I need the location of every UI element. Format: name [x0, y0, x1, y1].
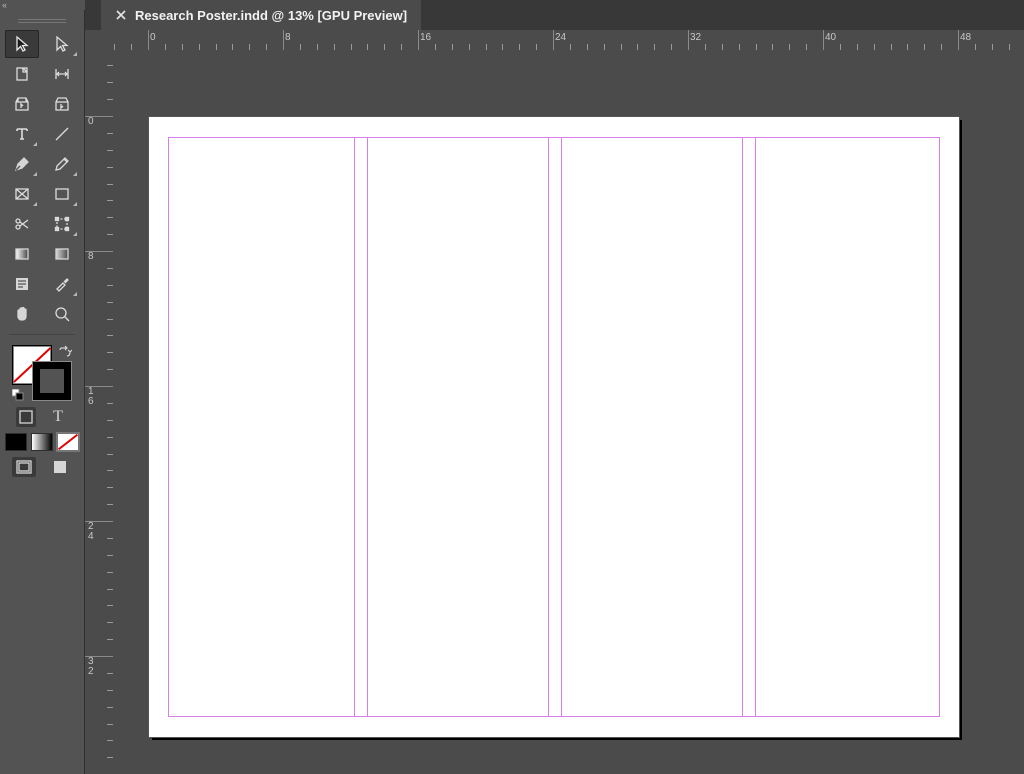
gradient-swatch-tool[interactable] [5, 240, 39, 268]
default-fill-stroke-icon[interactable] [12, 389, 24, 401]
view-mode-row [0, 457, 84, 477]
flyout-indicator-icon [33, 202, 37, 206]
ruler-label: 8 [88, 252, 94, 262]
preview-view-button[interactable] [48, 457, 72, 477]
column-guide [742, 137, 743, 717]
zoom-tool[interactable] [45, 300, 79, 328]
ruler-label: 0 [150, 32, 156, 43]
hand-tool[interactable] [5, 300, 39, 328]
apply-color-button[interactable] [5, 433, 27, 451]
horizontal-ruler[interactable]: 0 8 16 24 32 40 48 [113, 30, 1024, 51]
tool-grid [0, 30, 84, 339]
ruler-origin[interactable] [85, 30, 114, 51]
scissors-tool[interactable] [5, 210, 39, 238]
panel-drag-grip[interactable] [6, 16, 78, 26]
document-canvas[interactable] [113, 50, 1024, 768]
flyout-indicator-icon [73, 172, 77, 176]
content-placer-tool[interactable] [45, 90, 79, 118]
ruler-label: 24 [555, 32, 566, 43]
format-affects-row: T [0, 407, 84, 427]
ruler-label: 24 [88, 522, 94, 542]
line-tool[interactable] [45, 120, 79, 148]
document-tab-title: Research Poster.indd @ 13% [GPU Preview] [135, 8, 407, 23]
apply-gradient-button[interactable] [31, 433, 53, 451]
flyout-indicator-icon [73, 202, 77, 206]
ruler-label: 8 [285, 32, 291, 43]
tool-panel: T [0, 10, 85, 774]
document-tab[interactable]: Research Poster.indd @ 13% [GPU Preview] [101, 0, 421, 30]
column-guide [561, 137, 562, 717]
ruler-label: 0 [88, 117, 94, 127]
normal-view-button[interactable] [12, 457, 36, 477]
column-guide [548, 137, 549, 717]
flyout-indicator-icon [73, 52, 77, 56]
column-guide [367, 137, 368, 717]
direct-selection-tool[interactable] [45, 30, 79, 58]
rectangle-frame-tool[interactable] [5, 180, 39, 208]
type-tool[interactable] [5, 120, 39, 148]
document-page[interactable] [148, 116, 960, 738]
ruler-label: 16 [420, 32, 431, 43]
ruler-label: 32 [690, 32, 701, 43]
selection-tool[interactable] [5, 30, 39, 58]
ruler-label: 40 [825, 32, 836, 43]
column-guide [755, 137, 756, 717]
content-collector-tool[interactable] [5, 90, 39, 118]
note-tool[interactable] [5, 270, 39, 298]
tool-separator [9, 334, 75, 335]
pen-tool[interactable] [5, 150, 39, 178]
ruler-label: 16 [88, 387, 94, 407]
apply-color-row [0, 433, 84, 451]
gradient-feather-tool[interactable] [45, 240, 79, 268]
flyout-indicator-icon [73, 292, 77, 296]
swap-fill-stroke-icon[interactable] [58, 345, 72, 359]
page-tool[interactable] [5, 60, 39, 88]
margin-guides [168, 137, 940, 717]
flyout-indicator-icon [33, 142, 37, 146]
flyout-indicator-icon [73, 232, 77, 236]
free-transform-tool[interactable] [45, 210, 79, 238]
gap-tool[interactable] [45, 60, 79, 88]
format-container-button[interactable] [16, 407, 36, 427]
vertical-ruler[interactable]: 0 8 16 24 32 [85, 50, 114, 768]
format-text-button[interactable]: T [48, 407, 68, 427]
column-guide [354, 137, 355, 717]
ruler-label: 48 [960, 32, 971, 43]
apply-none-button[interactable] [57, 433, 79, 451]
ruler-label: 32 [88, 657, 94, 677]
document-tab-bar: Research Poster.indd @ 13% [GPU Preview] [85, 0, 1024, 31]
stroke-swatch-icon[interactable] [32, 361, 72, 401]
fill-stroke-swatch[interactable] [12, 345, 72, 401]
rectangle-tool[interactable] [45, 180, 79, 208]
close-tab-button[interactable] [115, 9, 127, 21]
flyout-indicator-icon [33, 172, 37, 176]
eyedropper-tool[interactable] [45, 270, 79, 298]
pencil-tool[interactable] [45, 150, 79, 178]
